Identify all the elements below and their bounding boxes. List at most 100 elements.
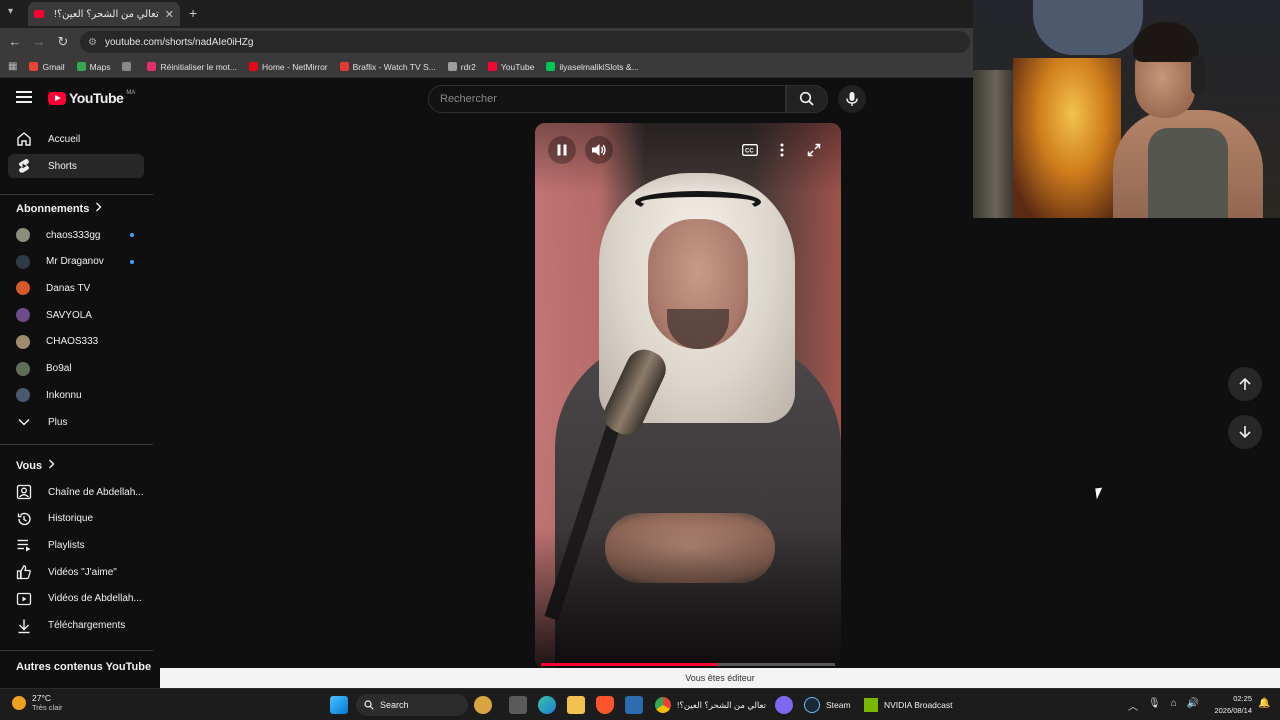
subscriptions-heading-label: Abonnements [16, 202, 90, 215]
sidebar-item-shorts[interactable]: Shorts [8, 154, 144, 178]
file-explorer-icon[interactable] [567, 696, 585, 714]
subscription-item[interactable]: Mr Draganov [8, 250, 144, 274]
speaker-icon[interactable]: 🔊 [1187, 698, 1199, 713]
browser-tab[interactable]: تعالي من الشحر؟ العين؟! ✕ [28, 2, 180, 26]
sidebar-item-label: Chaîne de Abdellah... [48, 486, 144, 498]
bookmark-item[interactable]: Braflix - Watch TV S... [339, 62, 436, 72]
chevron-up-icon[interactable]: ︿ [1128, 698, 1138, 713]
webcam-anime-poster [1013, 58, 1121, 218]
taskbar-steam[interactable]: Steam [804, 695, 851, 715]
youtube-play-logo-icon [48, 91, 66, 105]
other-youtube-heading-label: Autres contenus YouTube [16, 661, 152, 673]
search-input[interactable]: Rechercher [428, 85, 786, 113]
bookmark-item[interactable] [122, 62, 135, 71]
subscription-item[interactable]: Danas TV [8, 276, 144, 300]
search-button[interactable] [786, 85, 828, 113]
tab-search-icon[interactable]: ▾ [8, 6, 13, 17]
tray-microphone-icon[interactable]: 🎙 [1148, 698, 1161, 713]
bookmark-item[interactable]: ilyaselmalikiSlots &... [546, 62, 639, 72]
menu-icon[interactable] [16, 91, 32, 105]
show-more-subscriptions[interactable]: Plus [8, 410, 144, 434]
you-item[interactable]: Téléchargements [8, 614, 144, 638]
guide-sidebar: Accueil Shorts Abonnements chaos333gg Mr Dra… [0, 124, 155, 674]
apps-grid-icon[interactable]: ▦ [8, 61, 17, 72]
site-info-icon[interactable]: ⚙ [88, 37, 97, 48]
edge-icon[interactable] [538, 696, 556, 714]
captions-button[interactable]: CC [736, 136, 764, 164]
you-item[interactable]: Playlists [8, 533, 144, 557]
bookmark-item[interactable]: rdr2 [447, 62, 476, 72]
pause-button[interactable] [548, 136, 576, 164]
channel-avatar [16, 308, 30, 323]
network-icon[interactable]: ⌂ [1171, 698, 1177, 713]
sidebar-divider [0, 444, 153, 445]
taskbar-search[interactable]: Search [356, 694, 468, 716]
windows-taskbar: 27°C Très clair Search تعالي من الشحر؟ ا… [0, 688, 1280, 720]
bookmark-item[interactable]: YouTube [487, 62, 534, 72]
previous-short-button[interactable] [1228, 367, 1262, 401]
shorts-video-player[interactable]: CC [535, 123, 841, 668]
task-view-icon[interactable] [509, 696, 527, 714]
channel-avatar [16, 228, 30, 242]
subscription-item[interactable]: SAVYOLA [8, 303, 144, 327]
bookmark-item[interactable]: Réinitialiser le mot... [147, 62, 237, 72]
youtube-favicon-icon [34, 10, 44, 18]
bookmark-item[interactable]: Gmail [29, 62, 65, 72]
bookmark-favicon-icon [546, 62, 556, 71]
shorts-icon [16, 158, 32, 174]
fullscreen-button[interactable] [800, 136, 828, 164]
tab-title: تعالي من الشحر؟ العين؟! [54, 8, 159, 20]
sidebar-divider [0, 194, 153, 195]
subscriptions-heading[interactable]: Abonnements [16, 202, 102, 215]
notification-bell-icon[interactable]: 🔔 [1258, 698, 1270, 709]
you-item[interactable]: Vidéos de Abdellah... [8, 587, 144, 611]
channel-avatar [16, 254, 30, 269]
taskbar-nvidia[interactable]: NVIDIA Broadcast [864, 695, 953, 715]
taskbar-clock[interactable]: 02:25 2026/08/14 [1208, 693, 1252, 717]
video-progress-bar[interactable] [541, 663, 835, 666]
store-icon[interactable] [625, 696, 643, 714]
sidebar-item-label: Playlists [48, 539, 85, 551]
webcam-person-tanktop [1148, 128, 1228, 218]
subscription-item[interactable]: Inkonnu [8, 383, 144, 407]
youtube-logo[interactable]: YouTube MA [48, 90, 135, 106]
more-vertical-icon [780, 143, 784, 157]
sidebar-item-label: Danas TV [46, 282, 91, 294]
subscription-item[interactable]: chaos333gg [8, 223, 144, 247]
bookmark-label: Réinitialiser le mot... [160, 61, 237, 72]
sidebar-item-label: SAVYOLA [46, 309, 92, 321]
address-bar[interactable]: ⚙ youtube.com/shorts/nadAIe0iHZg [80, 31, 970, 53]
sidebar-item-accueil[interactable]: Accueil [8, 127, 144, 151]
widgets-icon[interactable] [474, 696, 492, 714]
you-item[interactable]: Historique [8, 507, 144, 531]
teams-icon[interactable] [775, 696, 793, 714]
subscription-item[interactable]: CHAOS333 [8, 330, 144, 354]
bookmark-item[interactable]: Home - NetMirror [248, 62, 328, 72]
you-item[interactable]: Chaîne de Abdellah... [8, 480, 144, 504]
you-item[interactable]: Vidéos "J'aime" [8, 560, 144, 584]
volume-button[interactable] [585, 136, 613, 164]
taskbar-chrome-window[interactable]: تعالي من الشحر؟ العين؟! [655, 695, 766, 715]
bookmark-item[interactable]: Maps [76, 62, 110, 72]
back-arrow-icon[interactable]: ← [6, 33, 24, 51]
closed-captions-icon: CC [742, 144, 758, 156]
url-text: youtube.com/shorts/nadAIe0iHZg [104, 36, 254, 48]
chevron-down-icon [16, 414, 32, 430]
fullscreen-icon [807, 143, 821, 157]
forward-arrow-icon[interactable]: → [30, 33, 48, 51]
channel-icon [16, 484, 32, 500]
reload-icon[interactable]: ↻ [54, 33, 72, 51]
windows-start-icon[interactable] [330, 696, 348, 714]
brave-icon[interactable] [596, 696, 614, 714]
bookmark-favicon-icon [76, 62, 86, 71]
weather-description: Très clair [32, 703, 63, 712]
weather-widget[interactable]: 27°C Très clair [12, 693, 63, 712]
voice-search-button[interactable] [838, 85, 866, 113]
tab-close-icon[interactable]: ✕ [165, 8, 174, 21]
more-options-button[interactable] [768, 136, 796, 164]
new-content-dot [130, 259, 134, 264]
next-short-button[interactable] [1228, 415, 1262, 449]
you-heading[interactable]: Vous [16, 459, 55, 472]
new-tab-button[interactable]: + [189, 5, 197, 21]
subscription-item[interactable]: Bo9al [8, 357, 144, 381]
